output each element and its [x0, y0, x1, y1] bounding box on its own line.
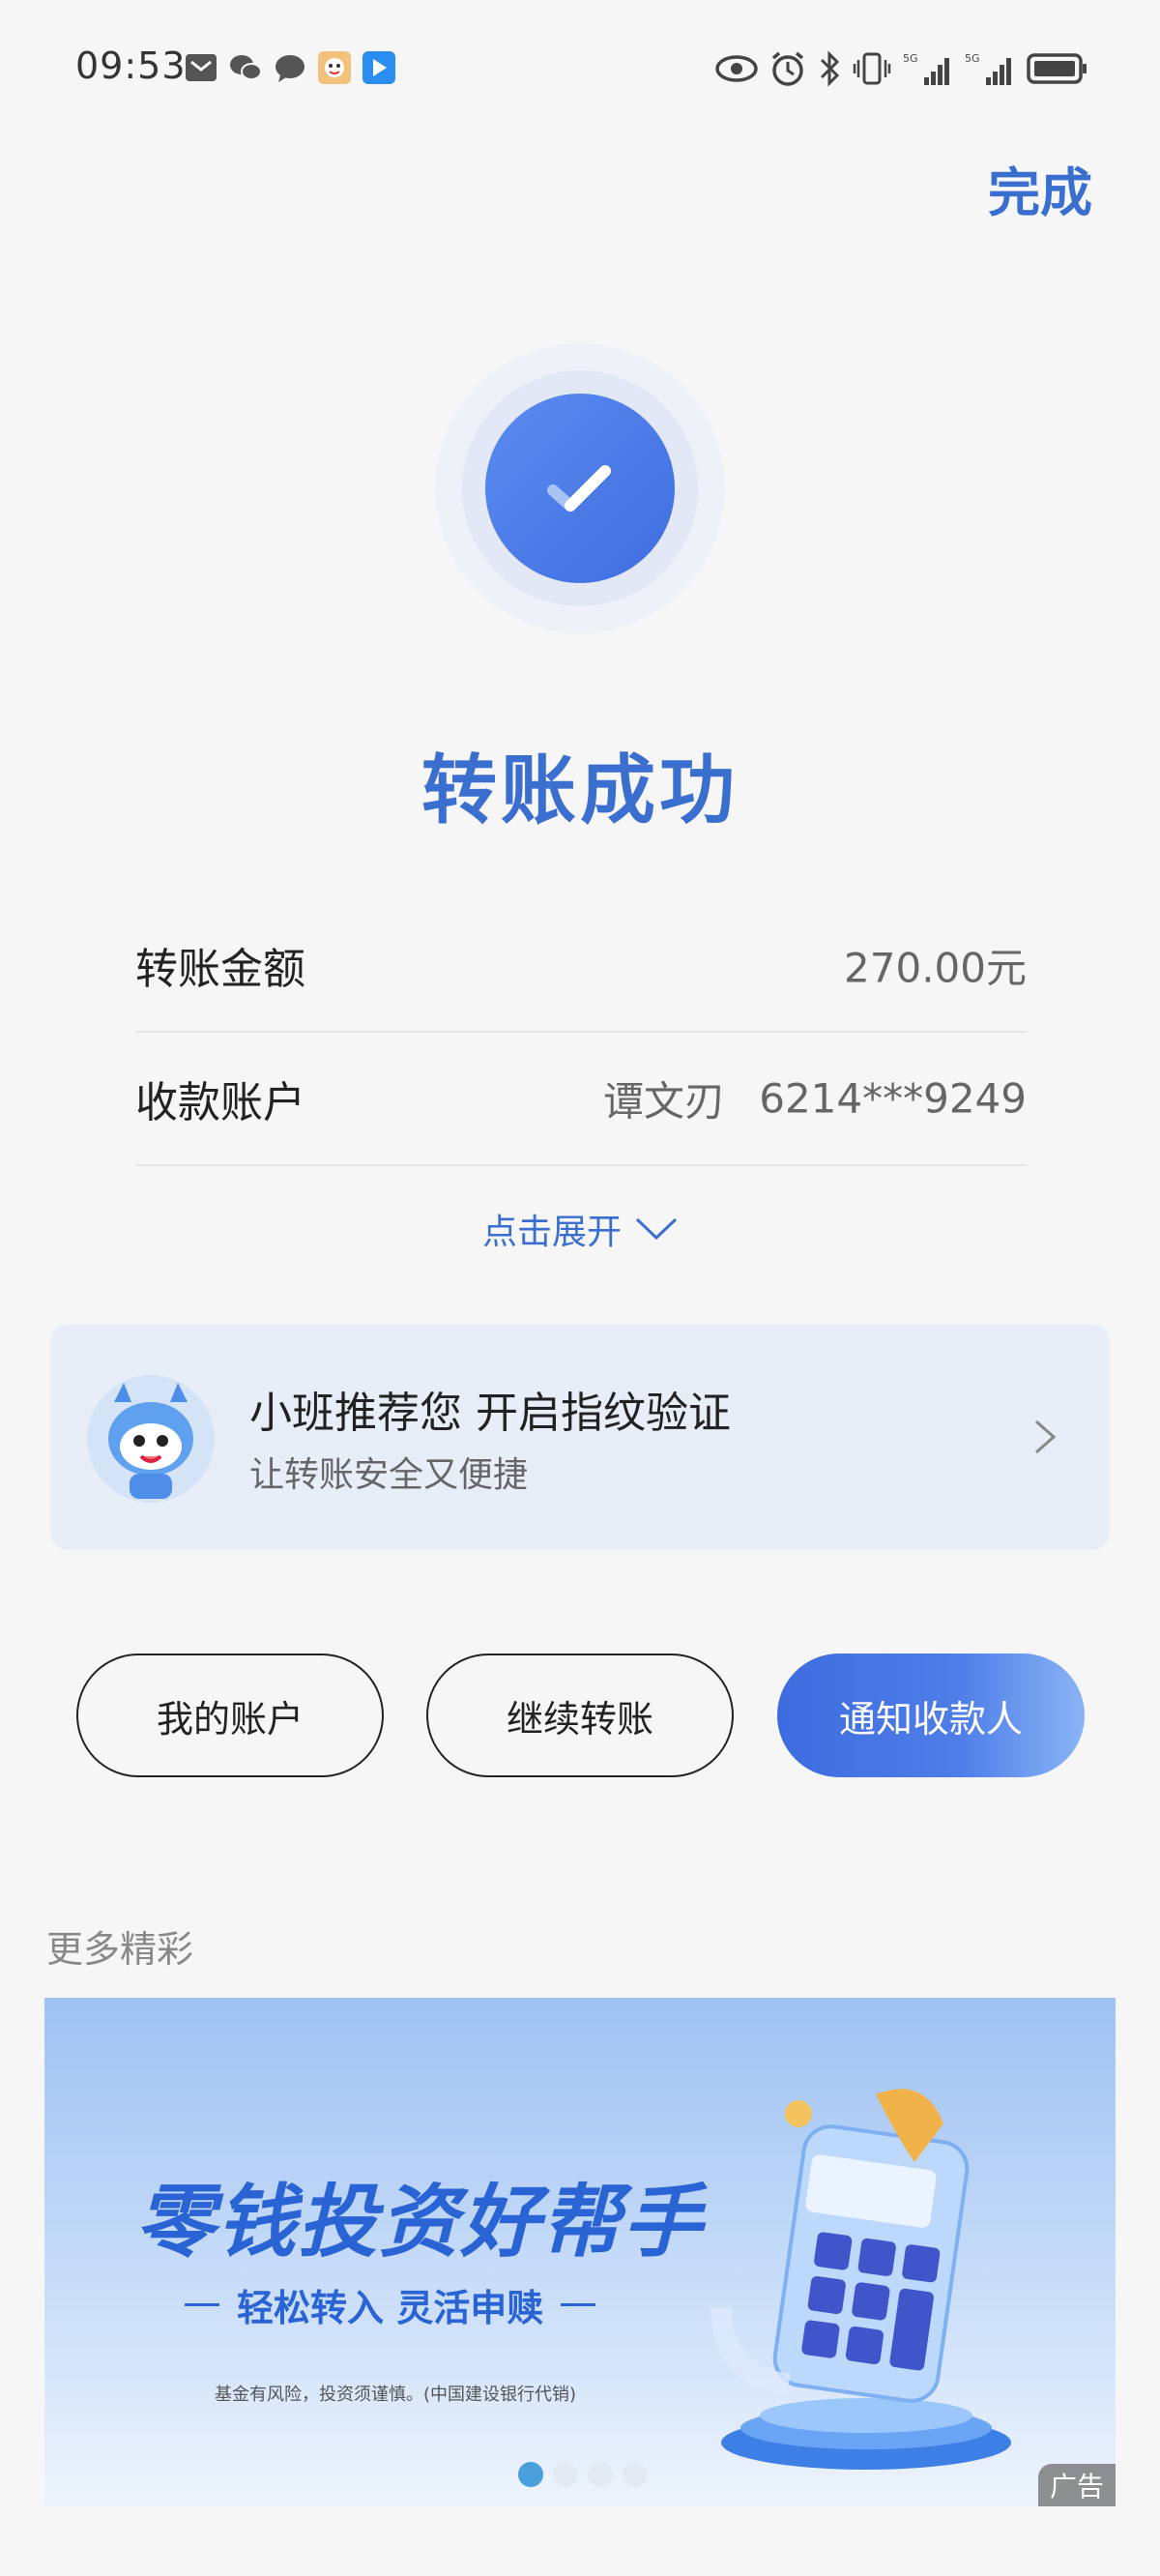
- amount-label: 转账金额: [135, 945, 305, 994]
- more-section-title: 更多精彩: [46, 1928, 194, 1971]
- account-name: 谭文刃: [602, 1077, 725, 1126]
- banner-subtitle: 轻松转入 灵活申赎: [237, 2287, 544, 2329]
- status-time: 09:53: [75, 44, 187, 87]
- calculator-illustration-icon: [710, 2089, 1011, 2470]
- banner-subtitle-row: 轻松转入 灵活申赎: [185, 2278, 596, 2331]
- expand-label: 点击展开: [481, 1213, 622, 1252]
- signal-5g-icon-2: 5G: [965, 52, 1011, 85]
- svg-text:5G: 5G: [903, 52, 918, 65]
- carousel-dot[interactable]: [588, 2462, 613, 2487]
- envelope-icon: [184, 50, 218, 85]
- message-icon: [273, 50, 307, 85]
- checkmark-icon: [485, 394, 675, 583]
- expand-details-button[interactable]: 点击展开: [0, 1204, 1160, 1254]
- recommend-subtitle: 让转账安全又便捷: [249, 1455, 529, 1495]
- battery-icon: [1027, 53, 1087, 84]
- chevron-down-icon: [635, 1217, 678, 1241]
- my-account-button[interactable]: 我的账户: [76, 1654, 384, 1777]
- notification-icons: [184, 50, 396, 85]
- result-title: 转账成功: [420, 747, 739, 834]
- carousel-dot[interactable]: [553, 2462, 578, 2487]
- continue-transfer-button[interactable]: 继续转账: [426, 1654, 734, 1777]
- signal-5g-icon: 5G: [903, 52, 949, 85]
- recommend-title: 小班推荐您 开启指纹验证: [249, 1389, 731, 1438]
- carousel-dot[interactable]: [623, 2462, 648, 2487]
- status-bar: 09:53 5G 5G: [0, 0, 1160, 145]
- promo-banner[interactable]: 零钱投资好帮手 轻松转入 灵活申赎 基金有风险，投资须谨慎。(中国建设银行代销): [44, 1998, 1116, 2506]
- vibrate-icon: [853, 52, 891, 85]
- chevron-right-icon: [1035, 1420, 1057, 1454]
- account-number: 6214***9249: [759, 1074, 1027, 1123]
- banner-disclaimer: 基金有风险，投资须谨慎。(中国建设银行代销): [215, 2385, 577, 2405]
- amount-value: 270.00元: [844, 944, 1027, 992]
- system-icons: 5G 5G: [715, 50, 1088, 87]
- banner-title: 零钱投资好帮手: [135, 2177, 704, 2269]
- amount-row: 转账金额 270.00元: [135, 899, 1027, 1033]
- carousel-indicator[interactable]: [518, 2462, 648, 2487]
- ad-badge: 广告: [1038, 2464, 1116, 2506]
- alarm-icon: [771, 51, 804, 86]
- notify-payee-button[interactable]: 通知收款人: [777, 1654, 1085, 1777]
- account-row: 收款账户 谭文刃 6214***9249: [135, 1033, 1027, 1166]
- svg-text:5G: 5G: [965, 52, 980, 65]
- success-icon: [435, 343, 725, 633]
- bluetooth-icon: [820, 50, 840, 87]
- eye-icon: [715, 55, 758, 82]
- app-notification-icon-2: [362, 50, 396, 85]
- account-label: 收款账户: [135, 1078, 305, 1127]
- mascot-avatar: [85, 1373, 217, 1505]
- done-button[interactable]: 完成: [988, 150, 1092, 226]
- app-notification-icon: [317, 50, 352, 85]
- fingerprint-recommend-card[interactable]: 小班推荐您 开启指纹验证 让转账安全又便捷: [50, 1325, 1110, 1550]
- wechat-icon: [228, 50, 263, 85]
- carousel-dot[interactable]: [518, 2462, 543, 2487]
